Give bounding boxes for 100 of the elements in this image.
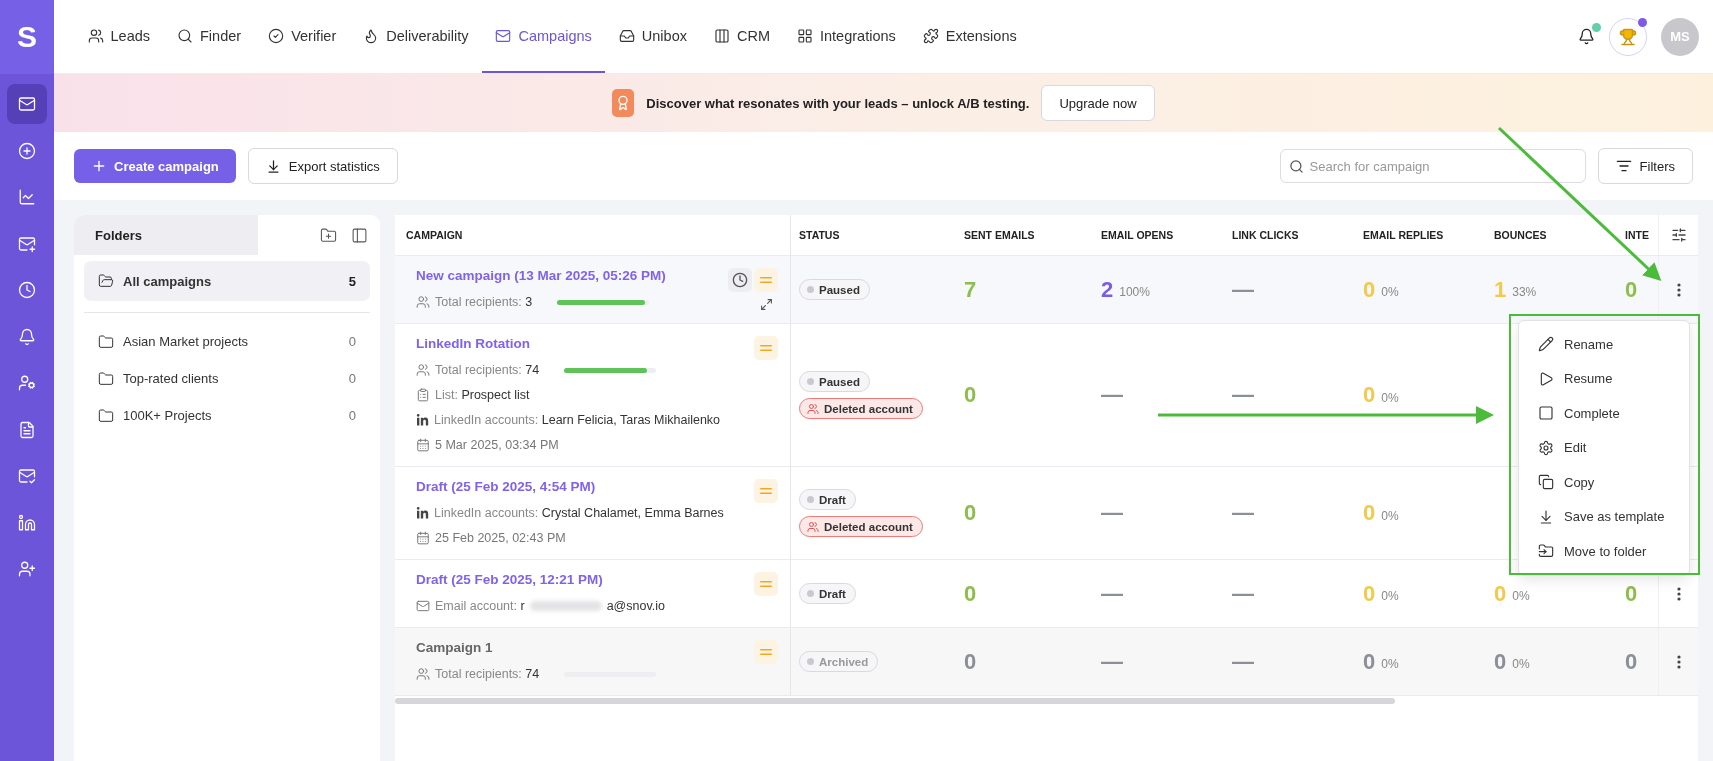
trophy-icon — [1619, 27, 1637, 46]
metric-value: 0 — [1494, 648, 1507, 675]
metric-percent: 0% — [1381, 588, 1399, 603]
metric-value: 0 — [1494, 580, 1507, 607]
metric-value: 0 — [1625, 580, 1638, 607]
metric-value: 7 — [964, 276, 977, 303]
more-button[interactable] — [1676, 586, 1681, 601]
nav-tab[interactable]: CRM — [700, 0, 784, 73]
metric-value: — — [1232, 580, 1254, 607]
folder-icon — [98, 407, 114, 424]
scrollbar[interactable] — [395, 698, 1395, 704]
menu-item[interactable]: Save as template — [1519, 499, 1689, 534]
menu-item[interactable]: Rename — [1519, 327, 1689, 362]
nav-tab[interactable]: Extensions — [909, 0, 1031, 73]
expand-icon[interactable] — [760, 298, 773, 311]
export-button[interactable]: Export statistics — [247, 148, 398, 184]
menu-item[interactable]: Edit — [1519, 430, 1689, 465]
metric-percent: 0% — [1381, 284, 1399, 299]
campaign-name[interactable]: New campaign (13 Mar 2025, 05:26 PM) — [416, 268, 720, 283]
folder-icon — [98, 333, 114, 350]
filters-button[interactable]: Filters — [1597, 148, 1693, 184]
calendar-icon — [416, 531, 430, 545]
folder-item[interactable]: Top-rated clients 0 — [84, 360, 370, 397]
recipients-text: Total recipients: 74 — [435, 363, 540, 377]
warning-tag: Deleted account — [799, 516, 923, 537]
settings-icon — [1538, 439, 1554, 456]
column-settings-button[interactable] — [1670, 227, 1687, 243]
menu-item[interactable]: Resume — [1519, 361, 1689, 396]
metric-value: 0 — [1363, 580, 1376, 607]
trophy-button[interactable] — [1609, 17, 1647, 56]
mail-icon — [416, 599, 430, 613]
schedule-button[interactable] — [728, 268, 752, 292]
upgrade-button[interactable]: Upgrade now — [1041, 85, 1155, 121]
nav-tab[interactable]: Leads — [74, 0, 164, 73]
campaign-row[interactable]: Draft (25 Feb 2025, 12:21 PM) Email account: r a@snov.io Draft 0 — — 0 0% 0 0% 0 — [395, 560, 1698, 628]
metric-value: 2 — [1101, 276, 1114, 303]
campaign-name[interactable]: Campaign 1 — [416, 640, 746, 655]
campaign-name[interactable]: Draft (25 Feb 2025, 4:54 PM) — [416, 479, 746, 494]
metric-value: — — [1232, 648, 1254, 675]
user-card-icon — [18, 374, 36, 392]
list-icon — [416, 388, 430, 402]
status-dot — [807, 658, 814, 665]
linkedin-icon — [416, 413, 429, 427]
new-folder-button[interactable] — [320, 226, 337, 244]
campaign-row[interactable]: New campaign (13 Mar 2025, 05:26 PM) Total recipients: 3 Paused 7 2 100% — 0 0% 1 33% 0 — [395, 256, 1698, 324]
check-circle-icon — [268, 27, 285, 44]
create-campaign-button[interactable]: Create campaign — [74, 149, 236, 183]
date-text: 5 Mar 2025, 03:34 PM — [435, 438, 559, 452]
column-header: STATUS — [798, 228, 841, 243]
search-field[interactable]: Search for campaign — [1279, 149, 1586, 183]
more-button[interactable] — [1676, 654, 1681, 669]
metric-value: 0 — [1363, 276, 1376, 303]
nav-tab[interactable]: Verifier — [254, 0, 350, 73]
logo[interactable]: S — [0, 0, 54, 74]
users-icon — [416, 295, 430, 309]
more-icon — [1676, 282, 1681, 297]
column-header: EMAIL OPENS — [1100, 228, 1175, 243]
mail-plus-icon — [18, 234, 36, 253]
list-text: List: Prospect list — [435, 388, 530, 402]
date-text: 25 Feb 2025, 02:43 PM — [435, 531, 566, 545]
mail-icon — [18, 95, 36, 113]
metric-value: — — [1232, 500, 1254, 526]
campaign-row[interactable]: Campaign 1 Total recipients: 74 Archived 0 — — 0 0% 0 0% 0 — [395, 628, 1698, 696]
recipients-text: Total recipients: 74 — [435, 667, 540, 681]
metric-value: 0 — [1625, 648, 1638, 675]
mail-check-icon — [18, 467, 36, 485]
menu-item[interactable]: Complete — [1519, 396, 1689, 431]
metric-value: — — [1101, 648, 1123, 675]
nav-tab[interactable]: Unibox — [605, 0, 701, 73]
nav-tab[interactable]: Finder — [163, 0, 255, 73]
folder-move-icon — [1538, 543, 1554, 560]
metric-value: — — [1232, 276, 1254, 303]
status-tag: Archived — [799, 651, 879, 672]
clock-icon — [18, 281, 36, 299]
user-plus-icon — [18, 560, 36, 578]
status-dot — [807, 378, 814, 385]
campaign-name[interactable]: LinkedIn Rotation — [416, 336, 746, 351]
email-text: Email account: r — [435, 599, 525, 613]
metric-value: 1 — [1494, 276, 1507, 303]
collapse-panel-button[interactable] — [351, 226, 368, 244]
campaign-name[interactable]: Draft (25 Feb 2025, 12:21 PM) — [416, 572, 746, 587]
folder-item[interactable]: 100K+ Projects 0 — [84, 397, 370, 434]
nav-tab[interactable]: Integrations — [783, 0, 910, 73]
nav-tab[interactable]: Deliverability — [349, 0, 482, 73]
menu-item[interactable]: Copy — [1519, 465, 1689, 500]
puzzle-icon — [922, 27, 939, 44]
metric-value: 0 — [964, 382, 977, 408]
mail-icon — [495, 27, 512, 44]
panel-title: Folders — [95, 227, 143, 243]
metric-value: — — [1232, 382, 1254, 408]
metric-value: — — [1101, 500, 1123, 526]
more-button[interactable] — [1676, 282, 1681, 297]
metric-value: — — [1101, 382, 1123, 408]
folder-item[interactable]: Asian Market projects 0 — [84, 323, 370, 360]
sidebar-button[interactable] — [7, 84, 47, 124]
users-icon — [87, 27, 104, 44]
filter-icon — [1615, 158, 1632, 174]
chart-icon — [18, 188, 36, 206]
bell-icon[interactable] — [1578, 28, 1595, 45]
metric-value: — — [1101, 580, 1123, 607]
